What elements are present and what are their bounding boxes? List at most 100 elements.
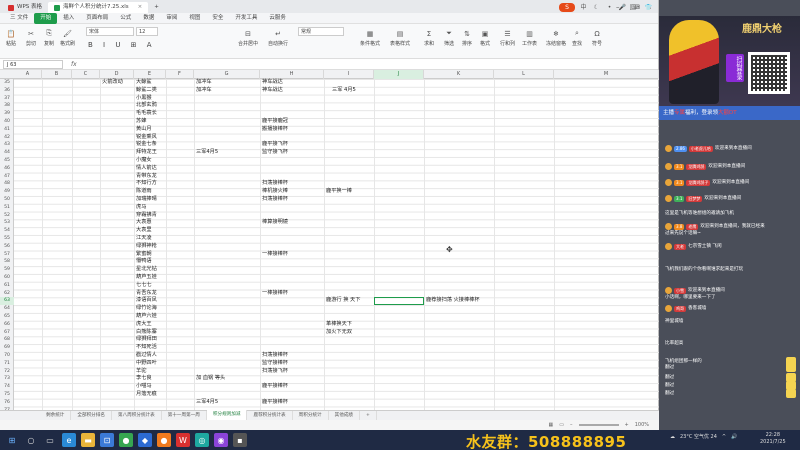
row-header[interactable]: 41 xyxy=(0,126,14,134)
row-header[interactable]: 52 xyxy=(0,212,14,220)
cell-i-text[interactable]: 鹿游行 换 天下 xyxy=(326,297,360,305)
row-header[interactable]: 70 xyxy=(0,352,14,360)
menu-cloud[interactable]: 云服务 xyxy=(263,13,292,24)
qr-code[interactable] xyxy=(748,52,790,94)
user-avatar-icon[interactable] xyxy=(665,305,672,312)
keyboard-icon[interactable]: ⌨ xyxy=(631,3,640,12)
cell-e-text[interactable]: 七七七 xyxy=(136,282,152,290)
cell-e-text[interactable]: 毛毛蓑长 xyxy=(136,110,157,118)
user-avatar-icon[interactable] xyxy=(665,163,672,170)
cell-e-text[interactable]: 鲸鲨二类 xyxy=(136,87,157,95)
table-style-button[interactable]: ▤ 表格样式 xyxy=(390,29,410,48)
clock[interactable]: 22:28 2021/7/25 xyxy=(760,432,786,446)
sheet-tab[interactable]: 第十一周第一周 xyxy=(162,410,207,421)
column-header-a[interactable]: A xyxy=(14,70,42,79)
cell-g-text[interactable]: 加冲车 xyxy=(196,87,212,95)
row-header[interactable]: 56 xyxy=(0,243,14,251)
cell-e-text[interactable]: 陈道雨 xyxy=(136,188,152,196)
filter-button[interactable]: ⏷ 筛选 xyxy=(444,29,454,47)
row-header[interactable]: 67 xyxy=(0,329,14,337)
row-header[interactable]: 54 xyxy=(0,227,14,235)
cell-e-text[interactable]: 拜特龙王 xyxy=(136,149,157,157)
cell-e-text[interactable]: 小喵马 xyxy=(136,383,152,391)
row-header[interactable]: 47 xyxy=(0,173,14,181)
cell-h-text[interactable]: 扫荡接棒杯 xyxy=(262,196,288,204)
menu-file[interactable]: 三 文件 xyxy=(4,13,34,24)
menu-view[interactable]: 视图 xyxy=(183,13,206,24)
copy-button[interactable]: ⎘ 复制 xyxy=(44,29,54,47)
row-header[interactable]: 40 xyxy=(0,118,14,126)
user-avatar-icon[interactable] xyxy=(665,179,672,186)
row-header[interactable]: 39 xyxy=(0,110,14,118)
add-sheet-button[interactable]: + xyxy=(360,410,377,421)
cell-g-text[interactable]: 三军4月5 xyxy=(196,399,218,407)
cell-h-text[interactable]: 棒算接明镜 xyxy=(262,219,288,227)
windows-start-icon[interactable]: ⊞ xyxy=(5,433,19,447)
sheet-tab[interactable]: 剩余统计 xyxy=(40,410,72,421)
row-header[interactable]: 63 xyxy=(0,297,14,306)
chat-username[interactable]: 大老 xyxy=(674,243,686,250)
chat-username[interactable]: 鸡哥 xyxy=(674,305,686,312)
cell-h-text[interactable]: 监守接飞杯 xyxy=(262,149,288,157)
cell-e-text[interactable]: 大鲸鲨 xyxy=(136,79,152,87)
cell-d-text[interactable]: 火箭改动 xyxy=(102,79,123,87)
row-header[interactable]: 55 xyxy=(0,235,14,243)
row-header[interactable]: 58 xyxy=(0,258,14,266)
app-icon-blue[interactable]: ◆ xyxy=(138,433,152,447)
cell-h-text[interactable]: 扫荡接飞杯 xyxy=(262,368,288,376)
row-header[interactable]: 36 xyxy=(0,87,14,95)
menu-page-layout[interactable]: 页面布局 xyxy=(80,13,114,24)
cell-e-text[interactable]: 小魔女 xyxy=(136,157,152,165)
file-explorer-icon[interactable]: ▬ xyxy=(81,433,95,447)
cell-e-text[interactable]: 葫芦五娃 xyxy=(136,274,157,282)
column-header-h[interactable]: H xyxy=(260,70,324,79)
row-header[interactable]: 50 xyxy=(0,196,14,204)
active-cell-selection[interactable] xyxy=(374,297,424,306)
cell-e-text[interactable]: 戳过情人 xyxy=(136,352,157,360)
cell-h-text[interactable]: 搬播接棒杯 xyxy=(262,126,288,134)
cell-e-text[interactable]: 情人箭达 xyxy=(136,165,157,173)
edge-browser-icon[interactable]: e xyxy=(62,433,76,447)
cell-i-text[interactable]: 革棒换天下 xyxy=(326,321,352,329)
user-avatar-icon[interactable] xyxy=(665,195,672,202)
cell-h-text[interactable]: 三军 4月5 xyxy=(332,87,356,95)
row-header[interactable]: 72 xyxy=(0,368,14,376)
wrap-text-button[interactable]: ↵ 自动换行 xyxy=(268,29,288,48)
chat-username[interactable]: 旧梦梦 xyxy=(686,195,703,202)
cell-e-text[interactable]: 绿狮神枪 xyxy=(136,243,157,251)
sheet-tab[interactable]: 其他成绩 xyxy=(329,410,361,421)
row-header[interactable]: 49 xyxy=(0,188,14,196)
row-header[interactable]: 53 xyxy=(0,219,14,227)
row-header[interactable]: 44 xyxy=(0,149,14,157)
row-header[interactable]: 73 xyxy=(0,375,14,383)
conditional-format-button[interactable]: ▦ 条件格式 xyxy=(360,29,380,48)
merge-center-button[interactable]: ⊟ 合并居中 xyxy=(238,29,258,48)
row-header[interactable]: 75 xyxy=(0,391,14,399)
format-painter-button[interactable]: 🖌 格式刷 xyxy=(60,29,75,48)
name-box[interactable]: J 63 xyxy=(3,59,63,69)
cell-e-text[interactable]: 中野四叶 xyxy=(136,360,157,368)
rows-columns-button[interactable]: ☰ 行和列 xyxy=(500,29,515,48)
dot-icon[interactable]: • xyxy=(605,3,614,12)
menu-home[interactable]: 开始 xyxy=(34,12,58,24)
cell-e-text[interactable]: 星北光钻 xyxy=(136,266,157,274)
column-header-k[interactable]: K xyxy=(424,70,494,79)
column-header-b[interactable]: B xyxy=(42,70,72,79)
tray-arrow-icon[interactable]: ^ xyxy=(722,434,726,440)
store-icon[interactable]: ⊡ xyxy=(100,433,114,447)
skin-icon[interactable]: 👕 xyxy=(644,3,653,12)
row-header[interactable]: 61 xyxy=(0,282,14,290)
menu-insert[interactable]: 插入 xyxy=(57,13,80,24)
row-header[interactable]: 62 xyxy=(0,290,14,298)
row-header[interactable]: 60 xyxy=(0,274,14,282)
tab-document[interactable]: 海鲜个人积分统计7.25.xls × xyxy=(48,2,149,13)
row-header[interactable]: 71 xyxy=(0,360,14,368)
app-icon-purple[interactable]: ◉ xyxy=(214,433,228,447)
user-avatar-icon[interactable] xyxy=(665,243,672,250)
worksheet-button[interactable]: ▥ 工作表 xyxy=(522,29,537,48)
cell-h-text[interactable]: 鹿平接棒杯 xyxy=(262,399,288,407)
font-size-select[interactable]: 12 xyxy=(136,27,158,36)
chat-username[interactable]: 龙腾鸿鹄子 xyxy=(686,179,711,186)
sheet-tab[interactable]: 周积分统计 xyxy=(293,410,329,421)
app-icon-orange[interactable]: ● xyxy=(157,433,171,447)
